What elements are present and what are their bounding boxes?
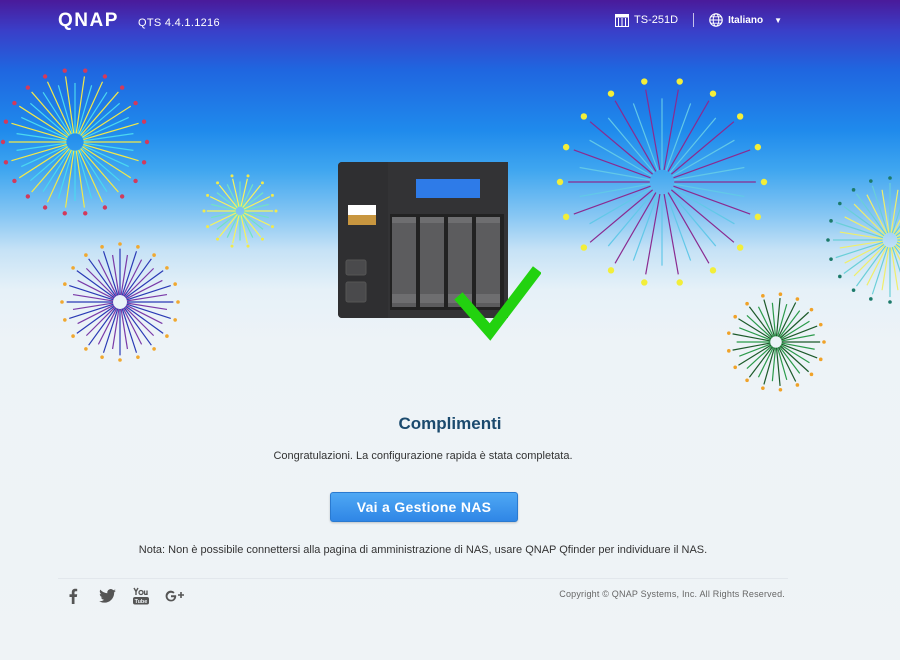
qfinder-note: Nota: Non è possibile connettersi alla p… <box>138 544 708 556</box>
nas-device-icon <box>615 13 630 27</box>
language-label: Italiano <box>728 14 764 26</box>
youtube-icon[interactable]: Tube <box>131 586 151 606</box>
device-name: TS-251D <box>634 14 679 26</box>
svg-text:Tube: Tube <box>135 599 148 605</box>
header-right: TS-251D Italiano ▼ <box>615 13 782 27</box>
facebook-icon[interactable] <box>63 586 83 606</box>
device-info[interactable]: TS-251D <box>615 13 679 27</box>
page-title: Complimenti <box>398 414 502 433</box>
social-links: Tube <box>63 586 185 606</box>
qnap-logo: QNAP <box>58 10 119 31</box>
go-to-nas-management-button[interactable]: Vai a Gestione NAS <box>330 492 518 522</box>
chevron-down-icon: ▼ <box>774 15 782 25</box>
top-header: QNAP QTS 4.4.1.1216 TS-251D Italiano ▼ <box>0 0 900 46</box>
twitter-icon[interactable] <box>97 586 117 606</box>
nas-illustration <box>338 162 541 341</box>
google-plus-icon[interactable] <box>165 586 185 606</box>
header-separator <box>693 13 695 27</box>
language-selector[interactable]: Italiano ▼ <box>709 13 782 27</box>
footer-divider <box>58 578 788 579</box>
firmware-version: QTS 4.4.1.1216 <box>138 17 220 29</box>
copyright-text: Copyright © QNAP Systems, Inc. All Right… <box>559 589 785 599</box>
globe-icon <box>709 13 723 27</box>
success-message: Congratulazioni. La configurazione rapid… <box>273 450 573 462</box>
